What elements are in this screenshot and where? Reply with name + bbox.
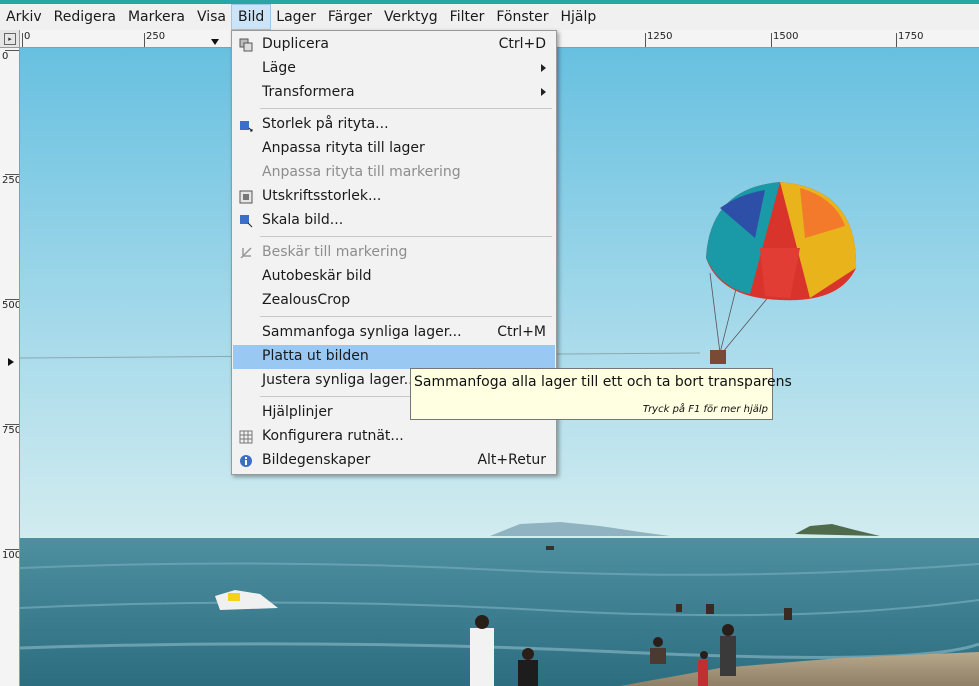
ruler-label: 0 <box>2 51 9 62</box>
vertical-ruler[interactable]: 0 250 500 750 1000 <box>0 48 20 686</box>
ruler-label: 500 <box>2 300 20 311</box>
menu-item-utskriftsstorlek[interactable]: Utskriftsstorlek... <box>233 185 555 209</box>
crop-icon <box>239 246 253 260</box>
menu-item-label: Storlek på rityta... <box>262 116 389 132</box>
menu-item-label: Autobeskär bild <box>262 268 372 284</box>
ruler-label: 250 <box>146 31 166 42</box>
menu-item-konfigurera-rutnat[interactable]: Konfigurera rutnät... <box>233 425 555 449</box>
menu-visa[interactable]: Visa <box>191 5 232 29</box>
ruler-label: 0 <box>24 31 31 42</box>
menu-item-anpassa-rityta-till-lager[interactable]: Anpassa rityta till lager <box>233 137 555 161</box>
menu-item-skala-bild[interactable]: Skala bild... <box>233 209 555 233</box>
menu-item-transformera[interactable]: Transformera <box>233 81 555 105</box>
ruler-tick <box>144 33 145 47</box>
menu-item-tooltip: Sammanfoga alla lager till ett och ta bo… <box>410 368 792 420</box>
scale-image-icon <box>239 214 253 228</box>
menu-item-shortcut: Alt+Retur <box>477 452 546 468</box>
menu-item-label: Justera synliga lager... <box>262 372 418 388</box>
quick-mask-toggle-icon[interactable]: ▸ <box>4 33 16 45</box>
menu-item-label: Transformera <box>262 84 355 100</box>
menu-bild[interactable]: Bild <box>230 4 272 30</box>
submenu-arrow-icon <box>541 88 546 96</box>
tooltip-text: Sammanfoga alla lager till ett och ta bo… <box>414 374 792 390</box>
menu-item-label: Beskär till markering <box>262 244 408 260</box>
menu-item-anpassa-rityta-till-markering: Anpassa rityta till markering <box>233 161 555 185</box>
pointer-marker-icon <box>211 39 219 45</box>
menubar: Arkiv Redigera Markera Visa Bild Lager F… <box>0 4 979 30</box>
menu-item-beskar-till-markering: Beskär till markering <box>233 241 555 265</box>
ruler-label: 250 <box>2 175 20 186</box>
menu-hjalp[interactable]: Hjälp <box>555 5 603 29</box>
menu-item-label: Duplicera <box>262 36 329 52</box>
info-icon <box>239 454 253 468</box>
pointer-marker-icon <box>8 358 14 366</box>
menu-item-label: Platta ut bilden <box>262 348 369 364</box>
menu-item-label: Sammanfoga synliga lager... <box>262 324 462 340</box>
ruler-label: 1750 <box>898 31 924 42</box>
menu-separator <box>260 108 552 109</box>
menu-item-platta-ut-bilden[interactable]: Platta ut bilden <box>233 345 555 369</box>
ruler-label: 1500 <box>773 31 799 42</box>
menu-item-label: Skala bild... <box>262 212 344 228</box>
ruler-label: 1250 <box>647 31 673 42</box>
menu-markera[interactable]: Markera <box>122 5 191 29</box>
menu-redigera[interactable]: Redigera <box>48 5 122 29</box>
submenu-arrow-icon <box>541 64 546 72</box>
ruler-tick <box>771 33 772 47</box>
menu-item-label: Utskriftsstorlek... <box>262 188 382 204</box>
menu-item-lage[interactable]: Läge <box>233 57 555 81</box>
menu-item-label: ZealousCrop <box>262 292 351 308</box>
menu-arkiv[interactable]: Arkiv <box>0 5 48 29</box>
duplicate-icon <box>239 38 253 52</box>
ruler-tick <box>22 33 23 47</box>
tooltip-help-hint: Tryck på F1 för mer hjälp <box>642 404 768 415</box>
menu-item-bildegenskaper[interactable]: Bildegenskaper Alt+Retur <box>233 449 555 473</box>
menu-item-label: Läge <box>262 60 296 76</box>
ruler-tick <box>645 33 646 47</box>
menu-filter[interactable]: Filter <box>444 5 491 29</box>
menu-fonster[interactable]: Fönster <box>490 5 554 29</box>
menu-item-label: Hjälplinjer <box>262 404 333 420</box>
menu-farger[interactable]: Färger <box>322 5 378 29</box>
ruler-corner: ▸ <box>0 30 20 48</box>
menu-item-zealouscrop[interactable]: ZealousCrop <box>233 289 555 313</box>
menu-item-label: Konfigurera rutnät... <box>262 428 404 444</box>
ruler-tick <box>896 33 897 47</box>
menu-item-label: Anpassa rityta till markering <box>262 164 461 180</box>
ruler-label: 750 <box>2 425 20 436</box>
menu-item-autobeskar-bild[interactable]: Autobeskär bild <box>233 265 555 289</box>
menu-separator <box>260 236 552 237</box>
print-size-icon <box>239 190 253 204</box>
menu-item-label: Anpassa rityta till lager <box>262 140 425 156</box>
grid-icon <box>239 430 253 444</box>
menu-lager[interactable]: Lager <box>270 5 322 29</box>
menu-item-label: Bildegenskaper <box>262 452 371 468</box>
menu-verktyg[interactable]: Verktyg <box>378 5 444 29</box>
menu-item-sammanfoga-synliga-lager[interactable]: Sammanfoga synliga lager... Ctrl+M <box>233 321 555 345</box>
canvas-size-icon <box>239 118 253 132</box>
ruler-label: 1000 <box>2 550 19 561</box>
menu-item-duplicera[interactable]: Duplicera Ctrl+D <box>233 33 555 57</box>
menu-item-storlek-pa-rityta[interactable]: Storlek på rityta... <box>233 113 555 137</box>
menu-item-shortcut: Ctrl+M <box>497 324 546 340</box>
menu-separator <box>260 316 552 317</box>
menu-item-shortcut: Ctrl+D <box>498 36 546 52</box>
